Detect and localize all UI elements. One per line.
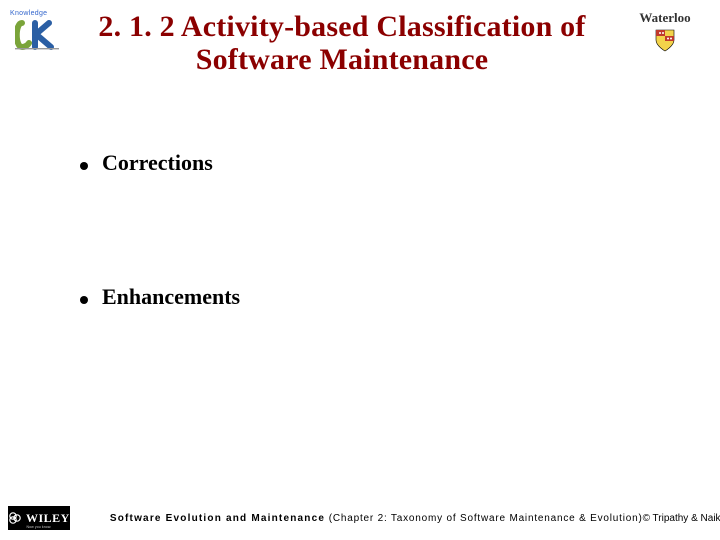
wiley-logo: WILEY Now you know.: [8, 506, 70, 530]
bullet-item: Corrections: [80, 150, 670, 176]
bullet-item: Enhancements: [80, 284, 670, 310]
knowledge-logo-label: Knowledge: [10, 10, 47, 17]
wiley-knot-icon: [8, 511, 22, 525]
bullet-dot-icon: [80, 162, 88, 170]
bullet-text: Corrections: [102, 150, 670, 176]
title-container: 2. 1. 2 Activity-based Classification of…: [64, 6, 620, 76]
footer: WILEY Now you know. Software Evolution a…: [0, 506, 720, 530]
footer-book-info: Software Evolution and Maintenance (Chap…: [70, 513, 643, 524]
ck-logo-icon: [15, 19, 59, 51]
bullet-text: Enhancements: [102, 284, 670, 310]
footer-book-title: Software Evolution and Maintenance: [110, 513, 325, 524]
slide-title: 2. 1. 2 Activity-based Classification of…: [70, 6, 614, 76]
footer-copyright: © Tripathy & Naik: [643, 513, 720, 524]
wiley-tagline: Now you know.: [8, 525, 70, 529]
body-area: Corrections Enhancements: [80, 150, 670, 310]
waterloo-logo: Waterloo: [620, 10, 710, 52]
knowledge-logo: Knowledge: [10, 10, 64, 52]
header-row: Knowledge 2. 1. 2 Activity-based Classif…: [0, 6, 720, 76]
waterloo-shield-icon: [654, 28, 676, 52]
bullet-dot-icon: [80, 296, 88, 304]
footer-chapter: (Chapter 2: Taxonomy of Software Mainten…: [325, 513, 642, 524]
waterloo-logo-label: Waterloo: [639, 10, 690, 26]
wiley-text: WILEY: [26, 511, 70, 526]
